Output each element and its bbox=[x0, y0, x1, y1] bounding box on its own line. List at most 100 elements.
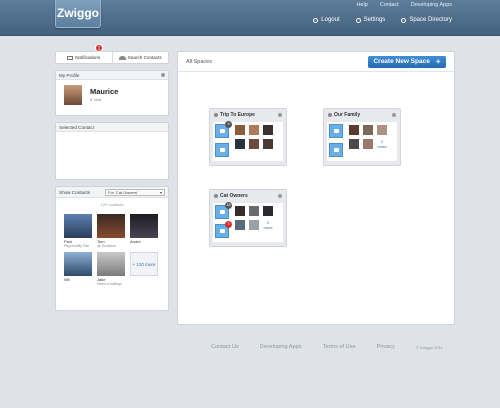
member-thumb[interactable] bbox=[249, 206, 259, 216]
member-thumb[interactable] bbox=[363, 125, 373, 135]
contacts-grid: Paul Psychobilly Fan Tom @ Scotland Andr… bbox=[64, 214, 164, 286]
logout-label: Logout bbox=[321, 17, 340, 23]
logout-button[interactable]: Logout bbox=[313, 17, 340, 23]
alerts-button[interactable] bbox=[215, 143, 229, 157]
more-contacts-button[interactable]: + 120 more bbox=[130, 252, 158, 276]
space-body: 18 3 2 more bbox=[213, 202, 283, 242]
space-name: Cat Owners bbox=[220, 192, 248, 199]
selected-contact-title: Selected Contact bbox=[59, 124, 94, 130]
my-profile-title: My Profile bbox=[59, 72, 80, 78]
filter-value: For 'Cat Owners' bbox=[108, 189, 138, 195]
member-thumb[interactable] bbox=[235, 125, 245, 135]
privacy-link[interactable]: Privacy bbox=[377, 344, 395, 350]
member-thumb[interactable] bbox=[235, 139, 245, 149]
settings-button[interactable]: Settings bbox=[355, 17, 385, 23]
gear-icon[interactable] bbox=[278, 112, 282, 117]
contact-photo bbox=[130, 214, 158, 238]
show-contacts-label: Show Contacts bbox=[59, 189, 90, 195]
my-profile-panel: My Profile Maurice 6' Mail bbox=[55, 70, 169, 116]
all-spaces-panel: All Spaces Create New Space + Trip To Eu… bbox=[177, 51, 455, 325]
contact-link[interactable]: Contact bbox=[380, 2, 399, 8]
profile-name: Maurice bbox=[90, 87, 119, 96]
member-thumb[interactable] bbox=[249, 139, 259, 149]
chevron-down-icon: ▾ bbox=[159, 189, 162, 195]
bell-icon bbox=[220, 229, 225, 233]
chat-button[interactable]: 4 bbox=[215, 121, 232, 138]
space-name: Our Family bbox=[334, 111, 361, 118]
space-header: Our Family bbox=[324, 109, 400, 120]
member-thumb[interactable] bbox=[377, 125, 387, 135]
space-dot-icon bbox=[214, 112, 218, 117]
avatar[interactable] bbox=[64, 85, 82, 105]
mail-icon bbox=[67, 55, 74, 60]
chat-icon bbox=[334, 129, 339, 133]
contact-photo bbox=[64, 252, 92, 276]
bell-icon bbox=[220, 148, 225, 152]
zwiggo-logo[interactable]: Zwiggo bbox=[55, 0, 101, 28]
member-thumb[interactable] bbox=[263, 206, 273, 216]
plus-icon: + bbox=[435, 57, 441, 66]
tab-search-contacts[interactable]: Search Contacts bbox=[111, 52, 169, 63]
space-card-cat-owners[interactable]: Cat Owners 18 3 2 more bbox=[209, 189, 287, 247]
contact-status: Need a holiday! bbox=[97, 282, 122, 286]
footer: Contact Us Developing Apps Terms of Use … bbox=[211, 344, 443, 350]
developing-apps-footer-link[interactable]: Developing Apps bbox=[260, 344, 302, 350]
contact-name: Wil bbox=[64, 277, 70, 282]
space-card-trip-to-europe[interactable]: Trip To Europe 4 bbox=[209, 108, 287, 166]
more-members-link[interactable]: 2 more bbox=[263, 220, 273, 230]
gear-icon[interactable] bbox=[392, 112, 396, 117]
gear-icon bbox=[355, 17, 361, 23]
member-thumb[interactable] bbox=[349, 125, 359, 135]
create-new-space-button[interactable]: Create New Space + bbox=[368, 55, 446, 68]
directory-icon bbox=[401, 17, 407, 23]
member-thumb[interactable] bbox=[263, 139, 273, 149]
contact-card[interactable]: Andre bbox=[130, 214, 158, 248]
tab-notifications[interactable]: Notifications bbox=[56, 52, 112, 63]
chat-icon bbox=[220, 210, 225, 214]
contact-photo bbox=[64, 214, 92, 238]
create-label: Create New Space bbox=[373, 58, 430, 65]
contacts-filter-select[interactable]: For 'Cat Owners' ▾ bbox=[105, 188, 165, 196]
space-name: Trip To Europe bbox=[220, 111, 255, 118]
space-dot-icon bbox=[328, 112, 332, 117]
member-thumb[interactable] bbox=[235, 220, 245, 230]
contact-us-link[interactable]: Contact Us bbox=[211, 344, 239, 350]
all-spaces-header: All Spaces Create New Space + bbox=[178, 52, 454, 72]
alerts-button[interactable] bbox=[329, 143, 343, 157]
contacts-header: Show Contacts For 'Cat Owners' ▾ bbox=[56, 187, 168, 198]
space-header: Trip To Europe bbox=[210, 109, 286, 120]
help-link[interactable]: Help bbox=[356, 2, 367, 8]
space-card-our-family[interactable]: Our Family 2 more bbox=[323, 108, 401, 166]
more-members-link[interactable]: 2 more bbox=[377, 139, 387, 149]
alerts-count-badge: 3 bbox=[225, 221, 232, 228]
contact-card[interactable]: Paul Psychobilly Fan bbox=[64, 214, 92, 248]
member-thumb[interactable] bbox=[235, 206, 245, 216]
member-thumb[interactable] bbox=[263, 125, 273, 135]
space-body: 4 bbox=[213, 121, 283, 161]
profile-subtitle: 6' Mail bbox=[90, 97, 102, 102]
notifications-label: Notifications bbox=[75, 55, 101, 60]
left-tabs: Notifications Search Contacts 1 bbox=[55, 44, 169, 64]
top-links: Help Contact Developing Apps bbox=[356, 2, 452, 8]
contacts-count: 120 contacts bbox=[100, 202, 124, 207]
power-icon bbox=[313, 17, 319, 23]
member-thumb[interactable] bbox=[349, 139, 359, 149]
chat-button[interactable] bbox=[329, 124, 343, 138]
member-thumb[interactable] bbox=[249, 125, 259, 135]
space-body: 2 more bbox=[327, 122, 397, 161]
contact-photo bbox=[97, 252, 125, 276]
contact-card[interactable]: Jake Need a holiday! bbox=[97, 252, 125, 286]
member-thumb[interactable] bbox=[249, 220, 259, 230]
chat-count-badge: 4 bbox=[225, 121, 232, 128]
gear-icon[interactable] bbox=[161, 73, 165, 77]
gear-icon[interactable] bbox=[278, 193, 282, 198]
chat-button[interactable]: 18 bbox=[215, 202, 232, 219]
member-thumb[interactable] bbox=[363, 139, 373, 149]
developing-apps-link[interactable]: Developing Apps bbox=[411, 2, 452, 8]
space-directory-button[interactable]: Space Directory bbox=[401, 17, 452, 23]
terms-of-use-link[interactable]: Terms of Use bbox=[323, 344, 356, 350]
alerts-button[interactable]: 3 bbox=[215, 221, 232, 238]
contact-card[interactable]: Wil bbox=[64, 252, 92, 286]
contact-card[interactable]: Tom @ Scotland bbox=[97, 214, 125, 248]
search-contacts-label: Search Contacts bbox=[127, 55, 162, 60]
